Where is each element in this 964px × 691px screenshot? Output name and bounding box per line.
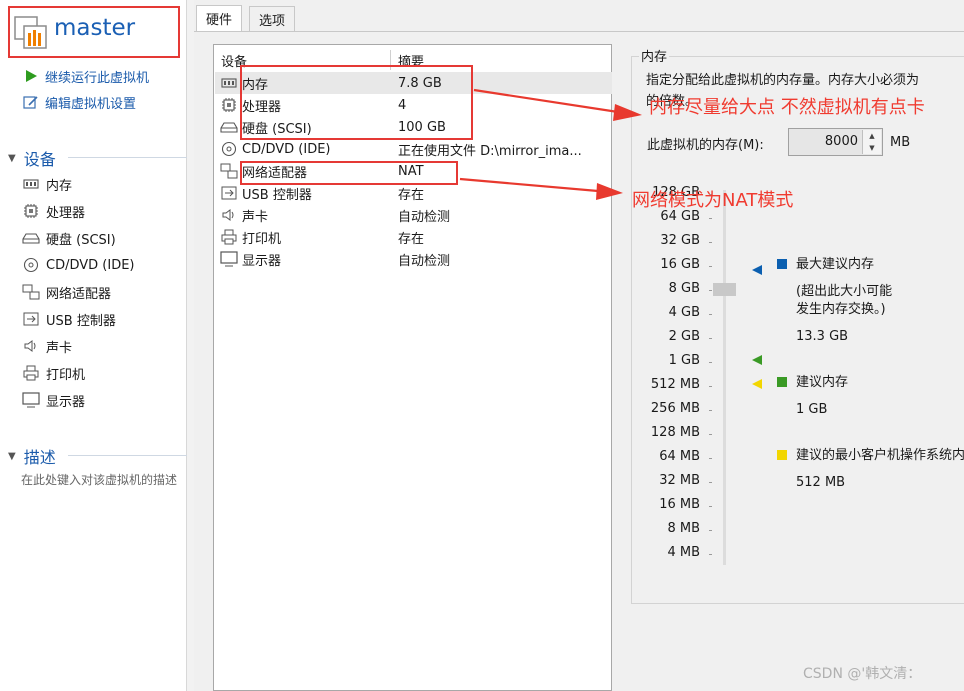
annotation-note-memory: 内存尽量给大点 不然虚拟机有点卡	[649, 97, 925, 118]
annotation-arrow-network	[459, 177, 623, 200]
annotation-arrow-memory	[473, 88, 642, 121]
annotation-note-network: 网络模式为NAT模式	[632, 190, 794, 211]
watermark: CSDN @'韩文清：	[803, 666, 922, 682]
